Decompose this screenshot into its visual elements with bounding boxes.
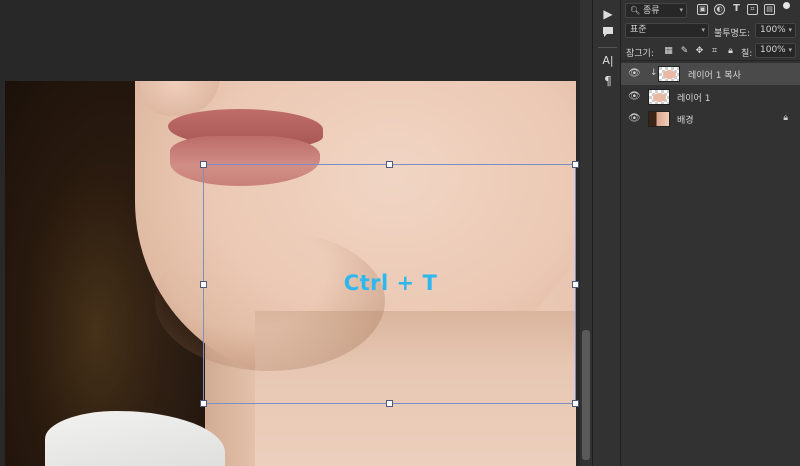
lock-all-icon[interactable]: 🔒︎: [725, 46, 736, 57]
lock-transparent-pixels-icon[interactable]: ▦: [663, 46, 674, 57]
layer-row[interactable]: 👁︎ ↓ 레이어 1 복사: [621, 63, 800, 85]
comment-icon[interactable]: [600, 25, 616, 41]
layer-filter-value: 종류: [643, 6, 660, 16]
search-icon: 🔍︎: [630, 6, 641, 15]
panel-divider: [621, 60, 800, 61]
character-icon[interactable]: A|: [600, 53, 616, 69]
canvas-area[interactable]: Ctrl + T: [0, 0, 592, 466]
layer-name[interactable]: 배경: [677, 113, 694, 126]
layers-empty-area: [621, 130, 800, 466]
adjustment-filter-icon[interactable]: ◐: [714, 4, 725, 15]
scrollbar-thumb[interactable]: [582, 330, 590, 460]
opacity-field[interactable]: 100% ▾: [755, 23, 796, 38]
opacity-value: 100%: [760, 25, 786, 35]
type-filter-icon[interactable]: T: [731, 4, 742, 15]
free-transform-box[interactable]: Ctrl + T: [200, 161, 579, 407]
filter-toggle-icon[interactable]: [783, 2, 790, 9]
eye-icon[interactable]: 👁︎: [628, 113, 641, 124]
fill-label: 칠:: [741, 49, 753, 59]
blend-mode-dropdown[interactable]: 표준 ▾: [625, 23, 709, 38]
transform-handle-top-left[interactable]: [200, 161, 207, 168]
pixel-filter-icon[interactable]: ▣: [697, 4, 708, 15]
layer-name[interactable]: 레이어 1 복사: [688, 68, 741, 81]
chevron-down-icon: ▾: [679, 6, 683, 14]
eye-icon[interactable]: 👁︎: [628, 91, 641, 102]
layer-name[interactable]: 레이어 1: [677, 91, 710, 104]
lock-icon[interactable]: 🔒︎: [783, 113, 788, 123]
fill-field[interactable]: 100% ▾: [755, 43, 796, 58]
layer-thumbnail: [658, 66, 680, 82]
layer-thumbnail: [648, 89, 670, 105]
transform-handle-bottom-left[interactable]: [200, 400, 207, 407]
chevron-down-icon: ▾: [788, 26, 792, 34]
layer-thumbnail: [648, 111, 670, 127]
paragraph-icon[interactable]: ¶: [600, 73, 616, 89]
lock-position-icon[interactable]: ✥: [694, 46, 705, 57]
smart-object-filter-icon[interactable]: ▤: [764, 4, 775, 15]
eye-icon[interactable]: 👁︎: [628, 68, 641, 79]
chevron-down-icon: ▾: [788, 46, 792, 54]
canvas-vertical-scrollbar[interactable]: [580, 0, 592, 466]
layer-filter-dropdown[interactable]: 🔍︎ 종류 ▾: [625, 3, 687, 18]
shortcut-overlay-text: Ctrl + T: [343, 271, 438, 295]
layer-row[interactable]: 👁︎ 레이어 1: [621, 86, 800, 108]
layer-row[interactable]: 👁︎ 배경 🔒︎: [621, 108, 800, 130]
layers-panel: 🔍︎ 종류 ▾ ▣ ◐ T ⌗ ▤ 표준 ▾ 불투명도: 100% ▾ 잠그기:…: [621, 0, 800, 466]
shape-filter-icon[interactable]: ⌗: [747, 4, 758, 15]
transform-handle-top-right[interactable]: [572, 161, 579, 168]
transform-handle-bottom-right[interactable]: [572, 400, 579, 407]
clipping-mask-icon: ↓: [650, 68, 658, 78]
opacity-label: 불투명도:: [714, 29, 751, 39]
fill-value: 100%: [760, 45, 786, 55]
strip-divider: [598, 47, 617, 48]
play-icon[interactable]: ▶: [600, 6, 616, 22]
lock-label: 잠그기:: [626, 49, 654, 59]
chevron-down-icon: ▾: [701, 26, 705, 34]
transform-handle-top-middle[interactable]: [386, 161, 393, 168]
panel-icon-strip: ▶ A| ¶: [592, 0, 621, 466]
transform-handle-bottom-middle[interactable]: [386, 400, 393, 407]
blend-mode-value: 표준: [630, 25, 647, 35]
lock-artboard-icon[interactable]: ⌗: [709, 46, 720, 57]
lock-image-pixels-icon[interactable]: ✎: [679, 46, 690, 57]
